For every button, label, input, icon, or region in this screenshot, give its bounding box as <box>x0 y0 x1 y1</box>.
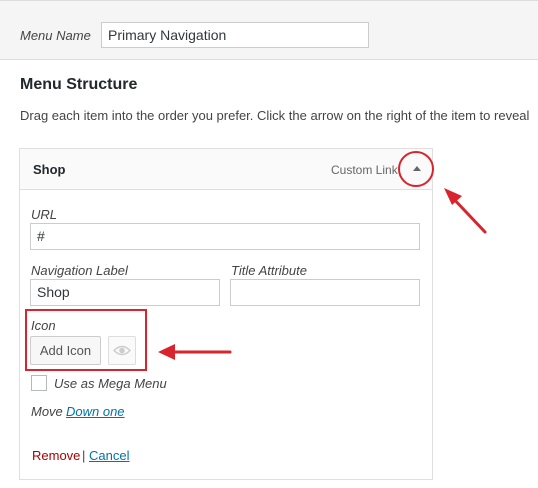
arrow-to-icon-field-icon <box>158 344 232 360</box>
annotation-arrows <box>158 188 487 360</box>
arrow-to-toggle-icon <box>444 188 487 234</box>
